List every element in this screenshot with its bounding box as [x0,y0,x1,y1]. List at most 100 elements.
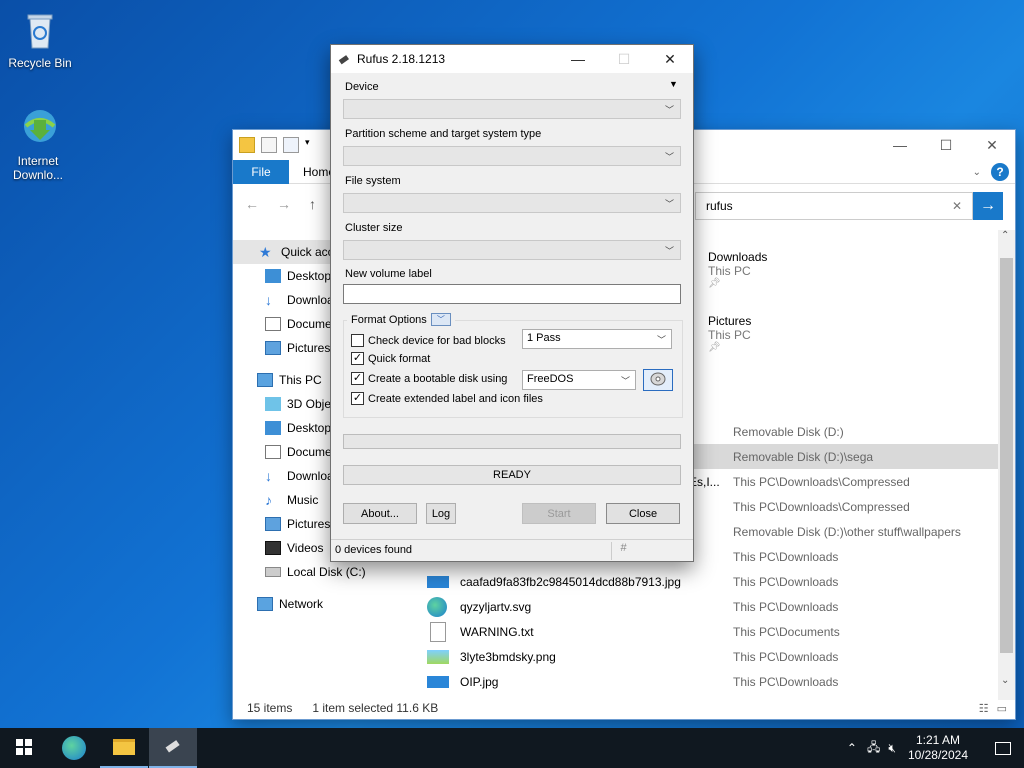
minimize-icon[interactable]: — [877,130,923,160]
desktop-icon-label: Internet Downlo... [12,154,64,182]
chevron-down-icon[interactable]: ⌄ [973,167,981,178]
pin-icon: 📌︎ [708,342,721,353]
ribbon-right-controls: ⌄ ? [973,163,1009,181]
desktop-icon [265,269,281,283]
disc-drive-icon [649,371,667,390]
start-button[interactable] [0,728,48,768]
quick-access-toolbar: ▾ [239,137,310,153]
scroll-down-icon[interactable]: ⌄ [1001,675,1009,686]
network-icon[interactable]: 🖧︎ [867,738,880,759]
device-count: 0 devices found [335,544,413,556]
clock-time: 1:21 AM [915,733,960,747]
back-icon[interactable]: ← [245,196,259,212]
log-button[interactable]: Log [426,503,456,524]
nav-arrows: ← → ↑ [245,196,316,212]
select-image-button[interactable] [643,369,673,391]
rufus-status-footer: 0 devices found # [331,539,693,561]
device-options-menu-icon[interactable]: ▼ [669,79,678,89]
about-button[interactable]: About... [343,503,417,524]
scrollbar-thumb[interactable] [1000,258,1013,653]
tab-file[interactable]: File [233,160,289,184]
new-folder-icon[interactable] [283,137,299,153]
folder-icon[interactable] [239,137,255,153]
volume-label-input[interactable] [343,284,681,304]
taskbar-edge[interactable] [50,728,98,768]
table-row[interactable]: 3lyte3bmdsky.png This PC\Downloads [423,644,1001,669]
format-options-label: Format Options [351,313,427,326]
edge-icon [427,597,447,617]
table-row[interactable]: caafad9fa83fb2c9845014dcd88b7913.jpg Thi… [423,569,1001,594]
boot-type-select[interactable]: FreeDOS ﹀ [522,370,636,390]
explorer-window-controls: — ☐ ✕ [877,130,1015,160]
nav-item-local-disk[interactable]: Local Disk (C:) [233,560,423,584]
scroll-up-icon[interactable]: ⌃ [1001,230,1009,241]
desktop-icon-internet-download-manager[interactable]: Internet Downlo... [0,106,76,182]
volume-muted-icon[interactable]: 🔇︎ [888,741,896,756]
forward-icon[interactable]: → [277,196,291,212]
clock[interactable]: 1:21 AM 10/28/2024 [908,733,968,763]
search-go-button[interactable]: → [973,192,1003,220]
taskbar-file-explorer[interactable] [100,728,148,768]
desktop-icon-recycle-bin[interactable]: Recycle Bin [2,8,78,70]
partition-scheme-label: Partition scheme and target system type [345,128,542,140]
help-icon[interactable]: ? [991,163,1009,181]
cluster-size-select[interactable]: ﹀ [343,240,681,260]
quick-format-checkbox[interactable]: ✓ Quick format [351,352,430,365]
close-icon[interactable]: ✕ [969,130,1015,160]
table-row[interactable]: qyzyljartv.svg This PC\Downloads [423,594,1001,619]
chevron-down-icon: ﹀ [656,335,666,345]
clear-search-icon[interactable]: ✕ [952,199,962,213]
up-icon[interactable]: ↑ [309,196,316,212]
checkmark-icon: ✓ [351,372,364,385]
quick-tile-downloads[interactable]: Downloads This PC 📌︎ [708,250,767,289]
progress-bar [343,434,681,449]
device-label: Device [345,81,379,93]
chevron-down-icon: ﹀ [664,105,674,115]
search-input[interactable]: rufus ✕ [695,192,973,220]
chevron-down-icon: ﹀ [664,246,674,256]
taskbar: ⌃ 🖧︎ 🔇︎ 1:21 AM 10/28/2024 [0,728,1024,768]
system-tray: ⌃ 🖧︎ 🔇︎ 1:21 AM 10/28/2024 [847,728,1024,768]
vertical-scrollbar[interactable]: ⌃ ⌄ [998,230,1015,700]
check-bad-blocks-checkbox[interactable]: Check device for bad blocks [351,334,506,347]
item-count: 15 items [247,701,293,715]
notification-icon [995,741,1011,755]
minimize-icon[interactable]: — [555,45,601,73]
network-icon [257,597,273,611]
hash-button[interactable]: # [611,542,635,560]
device-select[interactable]: ﹀ [343,99,681,119]
format-options-header: Format Options ﹀ [347,313,455,326]
maximize-icon[interactable]: ☐ [923,130,969,160]
notification-center-button[interactable] [982,728,1024,768]
bad-blocks-passes-select[interactable]: 1 Pass ﹀ [522,329,672,349]
large-icons-view-icon[interactable]: ▭ [997,702,1007,715]
bootable-disk-checkbox[interactable]: ✓ Create a bootable disk using [351,372,507,385]
partition-scheme-select[interactable]: ﹀ [343,146,681,166]
extended-label-checkbox[interactable]: ✓ Create extended label and icon files [351,392,543,405]
quick-tile-pictures[interactable]: Pictures This PC 📌︎ [708,314,751,353]
format-options-toggle[interactable]: ﹀ [430,313,451,326]
status-display: READY [343,465,681,485]
details-view-icon[interactable]: ☷ [979,702,989,715]
computer-icon [257,373,273,387]
chevron-up-icon[interactable]: ⌃ [847,741,857,755]
usb-drive-icon [162,735,184,760]
taskbar-rufus[interactable] [149,728,197,768]
folder-icon [113,739,135,755]
properties-icon[interactable] [261,137,277,153]
pin-icon: 📌︎ [708,278,721,289]
explorer-status-bar: 15 items 1 item selected 11.6 KB [247,701,438,715]
table-row[interactable]: WARNING.txt This PC\Documents [423,619,1001,644]
table-row[interactable]: OIP.jpg This PC\Downloads [423,669,1001,690]
rufus-window[interactable]: Rufus 2.18.1213 — ☐ ✕ Device ▼ ﹀ Partiti… [330,44,694,562]
nav-item-network[interactable]: Network [233,592,423,616]
download-icon: ↓ [265,292,272,308]
checkbox-box [351,334,364,347]
rufus-titlebar[interactable]: Rufus 2.18.1213 — ☐ ✕ [331,45,693,73]
checkmark-icon: ✓ [351,392,364,405]
close-button[interactable]: Close [606,503,680,524]
close-icon[interactable]: ✕ [647,45,693,73]
file-system-label: File system [345,175,401,187]
chevron-down-icon[interactable]: ▾ [305,137,310,153]
file-system-select[interactable]: ﹀ [343,193,681,213]
